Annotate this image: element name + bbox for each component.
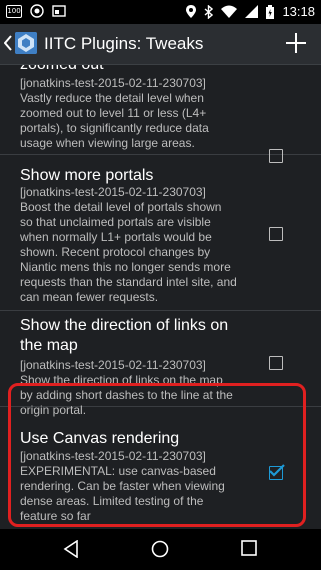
recents-square-icon[interactable] (241, 540, 257, 556)
plugin-title: zoomed out (20, 65, 250, 74)
plugin-item-zoomed-out[interactable]: zoomed out [jonatkins-test-2015-02-11-23… (0, 65, 321, 163)
battery-icon (266, 4, 275, 19)
back-triangle-icon[interactable] (63, 540, 79, 558)
plugin-description: [jonatkins-test-2015-02-11-230703] Vastl… (20, 76, 209, 150)
status-bar: 100 13:18 (0, 0, 321, 24)
iitc-logo-icon[interactable] (15, 32, 37, 54)
nav-bar (0, 529, 321, 570)
plugin-checkbox[interactable] (269, 356, 283, 370)
plugin-title: Show more portals (20, 167, 154, 184)
signal-icon (245, 5, 259, 18)
page-title: IITC Plugins: Tweaks (44, 34, 204, 53)
android-icon (30, 4, 44, 18)
action-bar: IITC Plugins: Tweaks (0, 24, 321, 65)
gallery-icon (52, 5, 66, 17)
bluetooth-icon (204, 4, 214, 19)
back-chevron-icon[interactable] (4, 35, 12, 51)
plugin-description: [jonatkins-test-2015-02-11-230703] Boost… (20, 185, 237, 304)
home-circle-icon[interactable] (151, 540, 169, 558)
clock: 13:18 (282, 4, 315, 19)
plugin-item-show-more-portals[interactable]: Show more portals [jonatkins-test-2015-0… (0, 154, 321, 311)
plugin-title: Show the direction of links on the map (20, 317, 229, 354)
highlight-annotation (8, 383, 306, 527)
location-icon (186, 5, 197, 18)
notification-icon: 100 (6, 4, 22, 18)
add-icon[interactable] (285, 32, 307, 54)
plugin-checkbox[interactable] (269, 227, 283, 241)
wifi-icon (221, 5, 238, 18)
